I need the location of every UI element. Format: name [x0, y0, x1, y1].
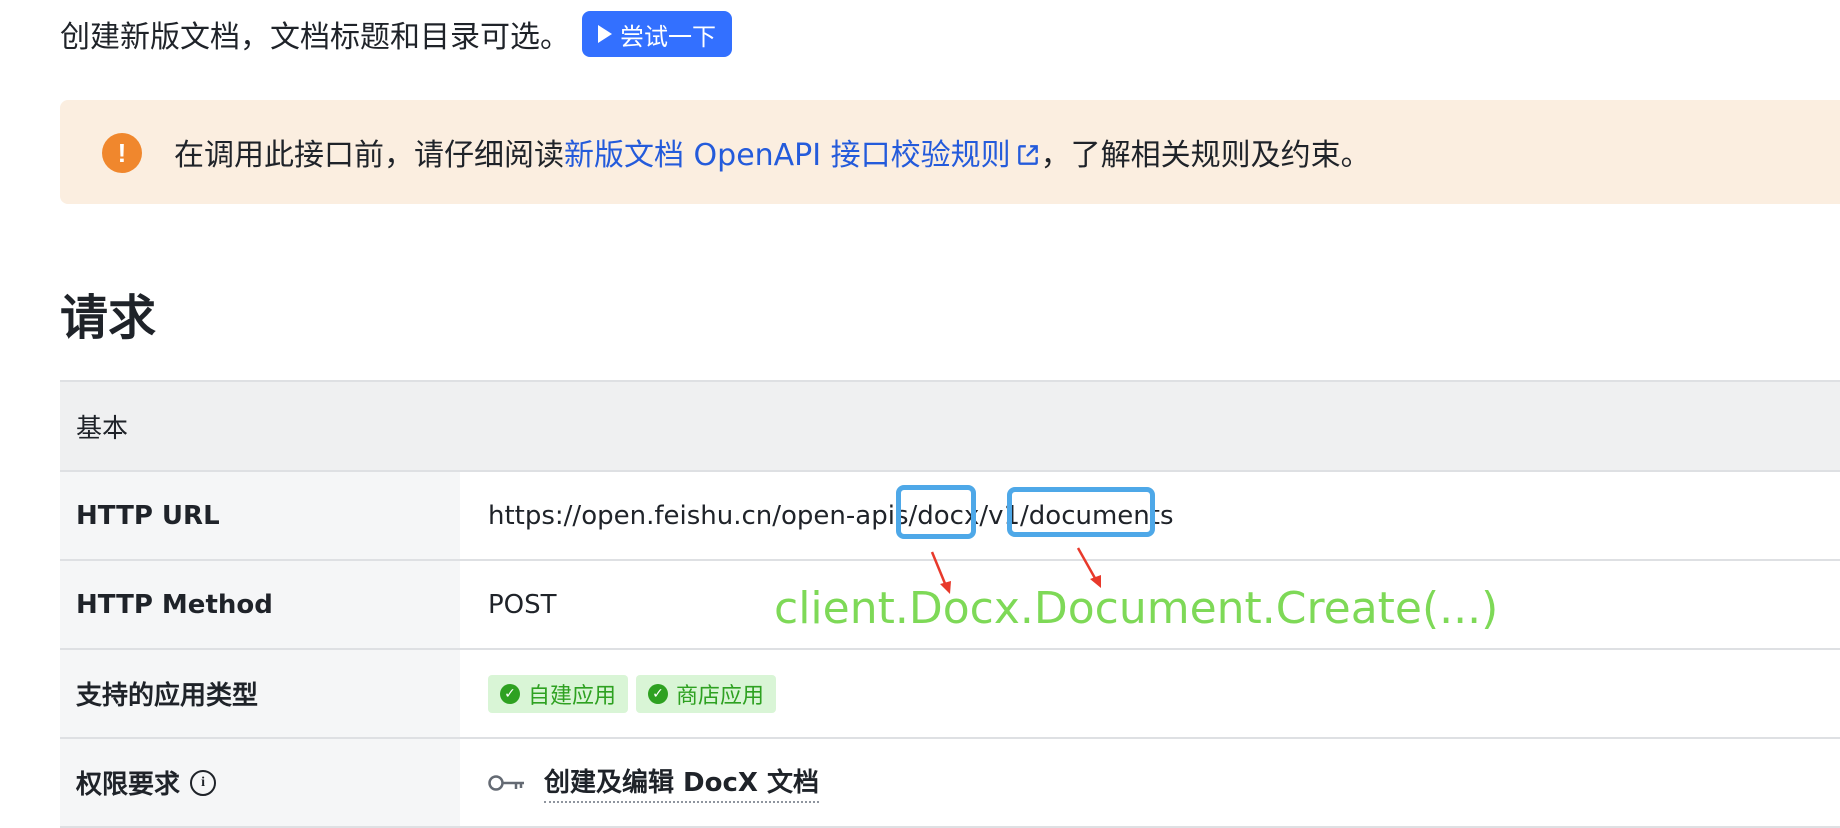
check-icon: ✓ — [500, 683, 520, 704]
table-row-permission: 权限要求 i 创建及编辑 DocX 文档 — [60, 739, 1840, 828]
notice-banner: ! 在调用此接口前，请仔细阅读新版文档 OpenAPI 接口校验规则 ，了解相关规… — [60, 100, 1840, 204]
app-type-tag-label: 商店应用 — [676, 683, 765, 709]
notice-suffix: ，了解相关规则及约束。 — [1040, 138, 1371, 173]
section-title-request: 请求 — [60, 290, 157, 346]
app-type-tag-label: 自建应用 — [528, 683, 617, 709]
highlight-box-docx — [896, 485, 976, 539]
play-icon — [598, 25, 612, 43]
check-icon: ✓ — [648, 683, 669, 704]
permission-label: 权限要求 i — [60, 739, 460, 826]
validation-rules-link[interactable]: 新版文档 OpenAPI 接口校验规则 — [564, 138, 1041, 173]
warning-icon: ! — [102, 133, 142, 173]
http-method-label: HTTP Method — [60, 561, 460, 648]
annotation-code-text: client.Docx.Document.Create(...) — [774, 583, 1499, 634]
key-icon — [488, 774, 524, 791]
app-type-tag: ✓ 自建应用 — [488, 674, 629, 713]
table-header-label: 基本 — [76, 413, 129, 444]
validation-rules-link-text: 新版文档 OpenAPI 接口校验规则 — [564, 138, 1011, 173]
permission-value: 创建及编辑 DocX 文档 — [460, 739, 1840, 826]
app-type-tag: ✓ 商店应用 — [636, 674, 777, 713]
info-icon[interactable]: i — [190, 769, 217, 796]
external-link-icon — [1017, 145, 1038, 165]
highlight-box-documents — [1007, 487, 1155, 537]
table-header-row: 基本 — [60, 382, 1840, 472]
notice-text: 在调用此接口前，请仔细阅读新版文档 OpenAPI 接口校验规则 ，了解相关规则及… — [174, 130, 1371, 174]
http-url-label: HTTP URL — [60, 472, 460, 559]
app-types-value: ✓ 自建应用 ✓ 商店应用 — [460, 650, 1840, 737]
intro-text: 创建新版文档，文档标题和目录可选。 — [60, 20, 570, 55]
try-it-label: 尝试一下 — [620, 22, 716, 51]
app-types-label: 支持的应用类型 — [60, 650, 460, 737]
try-it-button[interactable]: 尝试一下 — [582, 11, 732, 57]
intro-line: 创建新版文档，文档标题和目录可选。 尝试一下 — [60, 11, 732, 57]
notice-prefix: 在调用此接口前，请仔细阅读 — [174, 138, 564, 173]
table-row-app-types: 支持的应用类型 ✓ 自建应用 ✓ 商店应用 — [60, 650, 1840, 739]
permission-scope-link[interactable]: 创建及编辑 DocX 文档 — [544, 762, 820, 803]
